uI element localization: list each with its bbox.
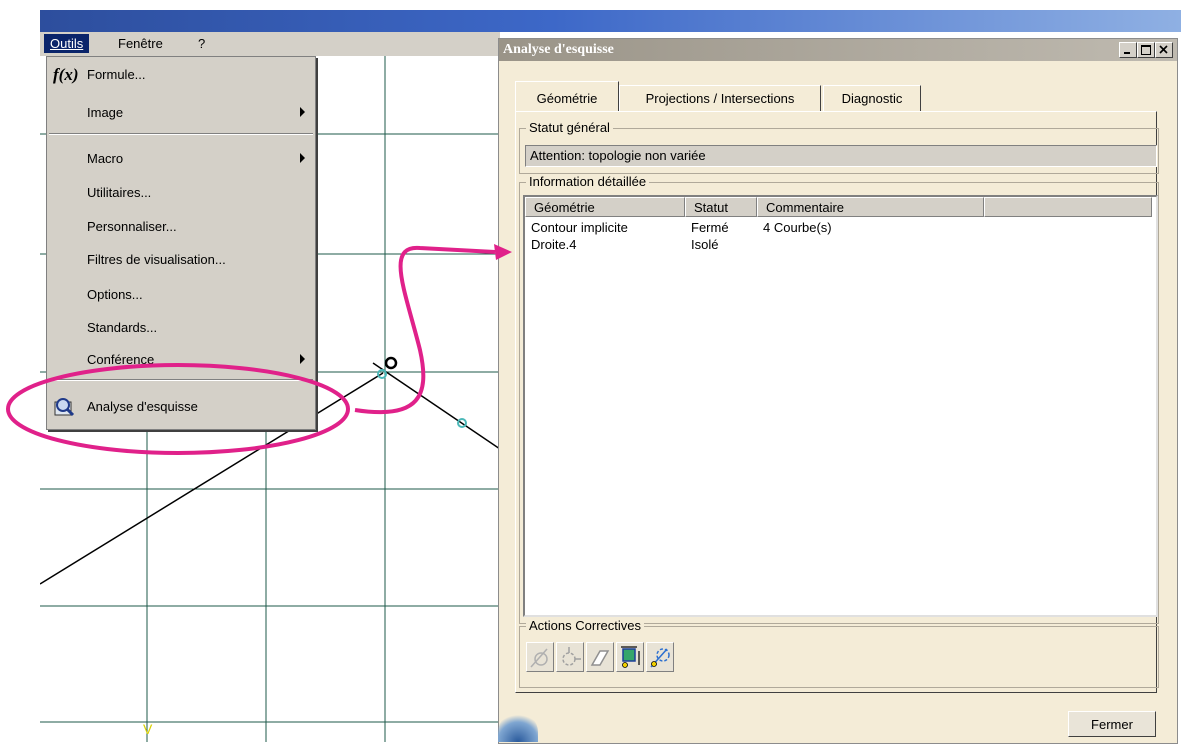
column-header-statut[interactable]: Statut (685, 197, 757, 217)
column-header-geometrie[interactable]: Géométrie (525, 197, 685, 217)
cell-commentaire: 4 Courbe(s) (763, 220, 832, 235)
column-header-commentaire[interactable]: Commentaire (757, 197, 984, 217)
menu-item-formule[interactable]: f(x) Formule... (47, 63, 315, 87)
app-title-bar (40, 10, 1181, 32)
erase-icon (590, 650, 610, 666)
tab-projections-intersections[interactable]: Projections / Intersections (619, 85, 821, 112)
general-status-text: Attention: topologie non variée (530, 148, 706, 163)
menu-item-standards[interactable]: Standards... (47, 316, 315, 340)
origin-point-icon[interactable] (384, 356, 398, 370)
menu-item-label: Standards... (87, 320, 158, 335)
axis-marker-icon: V (143, 721, 153, 737)
menu-item-conference[interactable]: Conférence (47, 348, 315, 372)
fermer-label: Fermer (1091, 717, 1133, 732)
tab-label: Géométrie (536, 91, 598, 106)
submenu-arrow-icon (300, 354, 305, 364)
group-label: Statut général (526, 120, 613, 135)
erase-button[interactable] (586, 642, 614, 672)
menu-item-label: Conférence (87, 352, 155, 367)
close-icon (1159, 45, 1168, 54)
group-label: Information détaillée (526, 174, 650, 189)
menu-item-personnaliser[interactable]: Personnaliser... (47, 215, 315, 239)
menu-item-analyse-esquisse[interactable]: Analyse d'esquisse (47, 395, 315, 419)
general-status-field: Attention: topologie non variée (525, 145, 1157, 167)
cell-statut: Fermé (691, 220, 729, 235)
sketch-line-droite-4[interactable] (372, 362, 501, 450)
menu-fenetre-label: Fenêtre (118, 36, 163, 51)
column-header-label: Géométrie (534, 200, 595, 215)
menu-item-label: Macro (87, 151, 124, 166)
rotate-button[interactable] (556, 642, 584, 672)
maximize-icon (1141, 45, 1151, 55)
menu-item-image[interactable]: Image (47, 101, 315, 125)
sketch-analysis-icon (54, 398, 75, 417)
outils-dropdown-menu: f(x) Formule... Image Macro Utilitaires.… (46, 56, 316, 430)
menu-item-label: Utilitaires... (87, 185, 152, 200)
cell-geometrie: Contour implicite (531, 220, 628, 235)
cell-geometrie: Droite.4 (531, 237, 577, 252)
measure-button[interactable] (616, 642, 644, 672)
construction-button[interactable] (646, 642, 674, 672)
menu-separator (49, 379, 313, 381)
menu-item-label: Image (87, 105, 124, 120)
tab-label: Diagnostic (841, 91, 903, 106)
formula-fx-icon: f(x) (53, 65, 79, 84)
menu-item-label: Options... (87, 287, 143, 302)
menu-bar: Outils Fenêtre ? (40, 32, 500, 56)
menu-outils-label: Outils (50, 36, 84, 51)
cell-statut: Isolé (691, 237, 719, 252)
measure-icon (621, 646, 640, 668)
menu-item-label: Analyse d'esquisse (87, 399, 198, 414)
menu-fenetre[interactable]: Fenêtre (118, 36, 163, 51)
tab-diagnostic[interactable]: Diagnostic (823, 85, 921, 112)
menu-item-label: Personnaliser... (87, 219, 177, 234)
menu-item-macro[interactable]: Macro (47, 147, 315, 171)
submenu-arrow-icon (300, 107, 305, 117)
column-header-empty[interactable] (984, 197, 1152, 217)
column-header-label: Commentaire (766, 200, 845, 215)
minimize-button[interactable] (1119, 42, 1137, 58)
column-header-label: Statut (694, 200, 728, 215)
construction-icon (650, 648, 670, 668)
menu-separator (49, 133, 313, 135)
close-window-button[interactable] (1155, 42, 1173, 58)
rotate-icon (562, 647, 581, 666)
minimize-icon (1124, 52, 1130, 54)
hide-constraints-icon (530, 648, 548, 668)
menu-outils[interactable]: Outils (44, 34, 90, 53)
menu-item-filtres[interactable]: Filtres de visualisation... (47, 248, 315, 272)
group-label: Actions Correctives (526, 618, 644, 633)
dialog-title-bar[interactable]: Analyse d'esquisse (499, 39, 1177, 61)
menu-item-utilitaires[interactable]: Utilitaires... (47, 181, 315, 205)
dialog-title: Analyse d'esquisse (503, 42, 614, 57)
geometry-list[interactable]: Géométrie Statut Commentaire Contour imp… (523, 195, 1158, 617)
actions-correctives-group: Actions Correctives (519, 618, 1159, 688)
submenu-arrow-icon (300, 153, 305, 163)
menu-help[interactable]: ? (198, 36, 205, 51)
fermer-button[interactable]: Fermer (1068, 711, 1156, 737)
menu-item-label: Formule... (87, 67, 146, 82)
menu-item-label: Filtres de visualisation... (87, 252, 226, 267)
menu-item-options[interactable]: Options... (47, 283, 315, 307)
hide-constraints-button[interactable] (526, 642, 554, 672)
tab-label: Projections / Intersections (645, 91, 795, 106)
tab-geometrie[interactable]: Géométrie (515, 81, 619, 112)
maximize-button[interactable] (1137, 42, 1155, 58)
